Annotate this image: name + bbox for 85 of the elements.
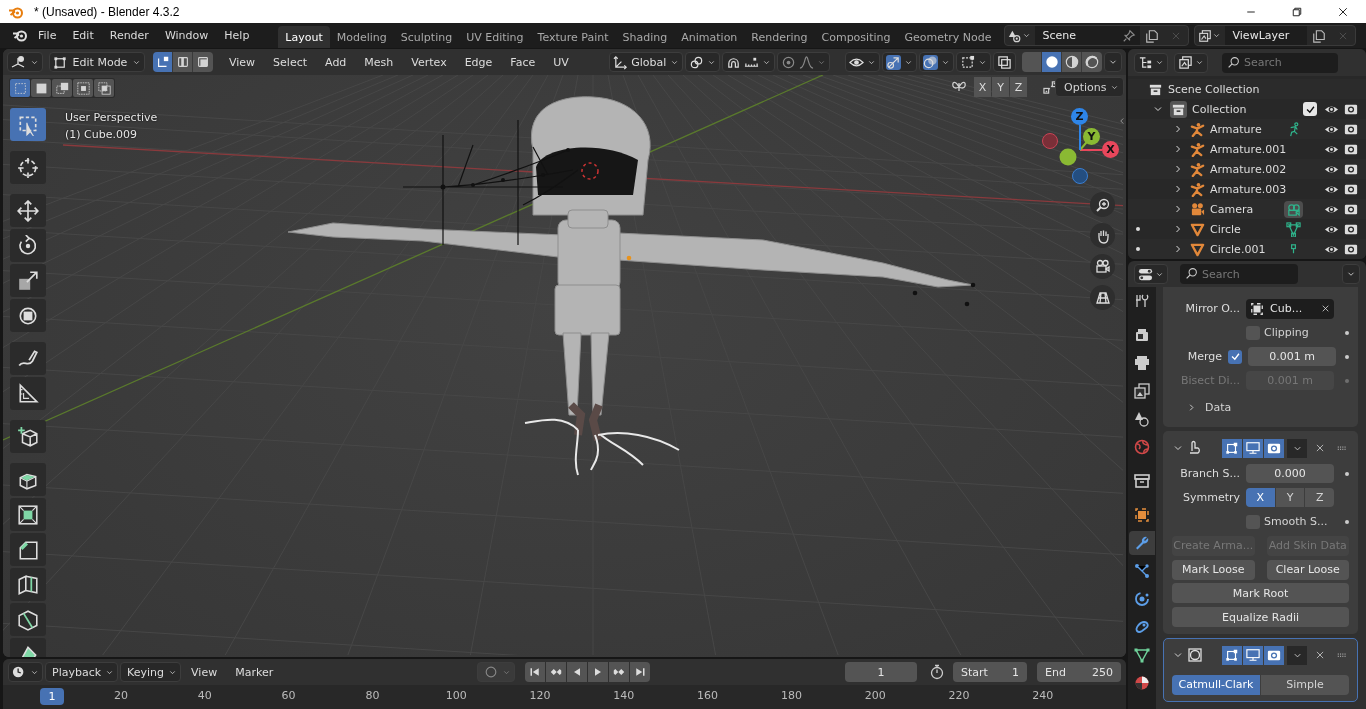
frame-number: 80 [365,689,380,702]
object-field[interactable]: Cub... [1246,298,1334,319]
workspace-tab[interactable]: Sculpting [393,26,460,48]
menu-item[interactable]: File [30,23,65,48]
outliner-item[interactable]: Armature [1210,122,1284,136]
frame-number: 160 [697,689,719,702]
workspace-tab[interactable]: Compositing [814,26,898,48]
menu-item[interactable]: Mesh [356,52,402,72]
menu-item[interactable]: Marker [227,665,282,679]
search-field[interactable]: Search [1180,264,1298,284]
menu-item[interactable]: View [221,52,264,72]
menu-dropdown[interactable]: Playback [45,662,119,682]
property-label: Branch S... [1179,467,1240,480]
frame-number: 20 [114,689,128,702]
outliner-item[interactable]: Armature.001 [1210,142,1284,156]
gizmo-axis-handle[interactable]: Z [1071,108,1088,125]
frame-number: 180 [780,689,802,702]
mirror-axis-toggle[interactable]: X [974,77,991,97]
modifier-button[interactable]: Clear Loose [1266,559,1349,580]
workspace-tab[interactable]: Layout [278,26,330,48]
menu-item[interactable]: UV [545,52,577,72]
workspace-tab[interactable]: Modeling [329,26,394,48]
symmetry-axis-toggle[interactable]: X [1246,488,1275,507]
mirror-axis-toggle[interactable]: Z [1010,77,1027,97]
end-frame-field[interactable]: End 250 [1037,662,1121,682]
active-object-name: (1) Cube.009 [65,127,138,143]
checkbox-label[interactable]: Smooth S... [1264,515,1328,528]
menu-item[interactable]: Edge [456,52,501,72]
gizmo-axis-handle[interactable]: Y [1083,128,1100,145]
workspace-tab[interactable]: UV Editing [459,26,531,48]
modifier-button[interactable]: Mark Root [1172,583,1349,603]
menu-item[interactable]: Render [101,23,157,48]
modifier-button[interactable]: Equalize Radii [1172,607,1349,627]
outliner-item[interactable]: Camera [1210,202,1284,216]
frame-number: 120 [529,689,551,702]
subdivision-method-tab[interactable]: Simple [1261,674,1349,695]
outliner-item[interactable]: Circle.001 [1210,242,1284,256]
playhead[interactable]: 1 [40,688,64,705]
frame-number: 40 [197,689,212,702]
mode-dropdown[interactable]: Edit Mode [49,52,145,72]
outliner-item[interactable]: Armature.003 [1210,182,1284,196]
workspace-tab[interactable]: Texture Paint [530,26,616,48]
property-label: Mirror O... [1184,302,1240,315]
property-label: Merge [1186,350,1222,363]
branch-smoothing-field[interactable]: 0.000 [1246,464,1334,483]
modifier-button[interactable]: Mark Loose [1172,559,1255,580]
view-name: User Perspective [65,110,158,126]
frame-number: 200 [864,689,886,702]
merge-distance-field[interactable]: 0.001 m [1248,347,1336,366]
workspace-tab[interactable]: Rendering [744,26,815,48]
outliner-item[interactable]: Scene Collection [1168,82,1260,96]
mirror-axis-toggle[interactable]: Y [992,77,1009,97]
outliner-item[interactable]: Circle [1210,222,1284,236]
window-title: * (Unsaved) - Blender 4.3.2 [34,4,180,19]
orientation-dropdown[interactable]: Global [608,52,683,72]
frame-number: 100 [445,689,467,702]
frame-number: 140 [613,689,635,702]
menu-item[interactable]: Select [265,52,316,72]
outliner-item[interactable]: Armature.002 [1210,162,1284,176]
symmetry-axis-toggle[interactable]: Z [1305,488,1334,507]
gizmo-axis-handle[interactable]: X [1102,141,1119,158]
workspace-tab[interactable]: Animation [674,26,745,48]
menu-item[interactable]: View [183,665,226,679]
symmetry-axis-toggle[interactable]: Y [1275,488,1305,507]
menu-dropdown[interactable]: Keying [120,662,182,682]
current-frame-field[interactable]: 1 [845,662,917,682]
checkbox-label[interactable]: Clipping [1264,326,1309,339]
options-dropdown[interactable]: Options [1055,77,1125,97]
start-frame-field[interactable]: Start 1 [953,662,1027,682]
subpanel-header[interactable]: Data [1186,400,1232,414]
outliner-item[interactable]: Collection [1192,102,1247,116]
search-field[interactable]: Search [1222,52,1338,73]
frame-number: 220 [948,689,970,702]
menu-item[interactable]: Window [156,23,217,48]
menu-item[interactable]: Help [216,23,258,48]
frame-number: 240 [1032,689,1054,702]
workspace-tab[interactable]: Shading [615,26,675,48]
menu-item[interactable]: Face [502,52,544,72]
property-label: Symmetry [1181,491,1240,504]
subdivision-method-tab[interactable]: Catmull-Clark [1172,674,1260,695]
menu-item[interactable]: Add [317,52,355,72]
menu-item[interactable]: Vertex [403,52,455,72]
frame-number: 60 [281,689,296,702]
menu-item[interactable]: Edit [64,23,102,48]
workspace-tab[interactable]: Geometry Node [897,26,999,48]
